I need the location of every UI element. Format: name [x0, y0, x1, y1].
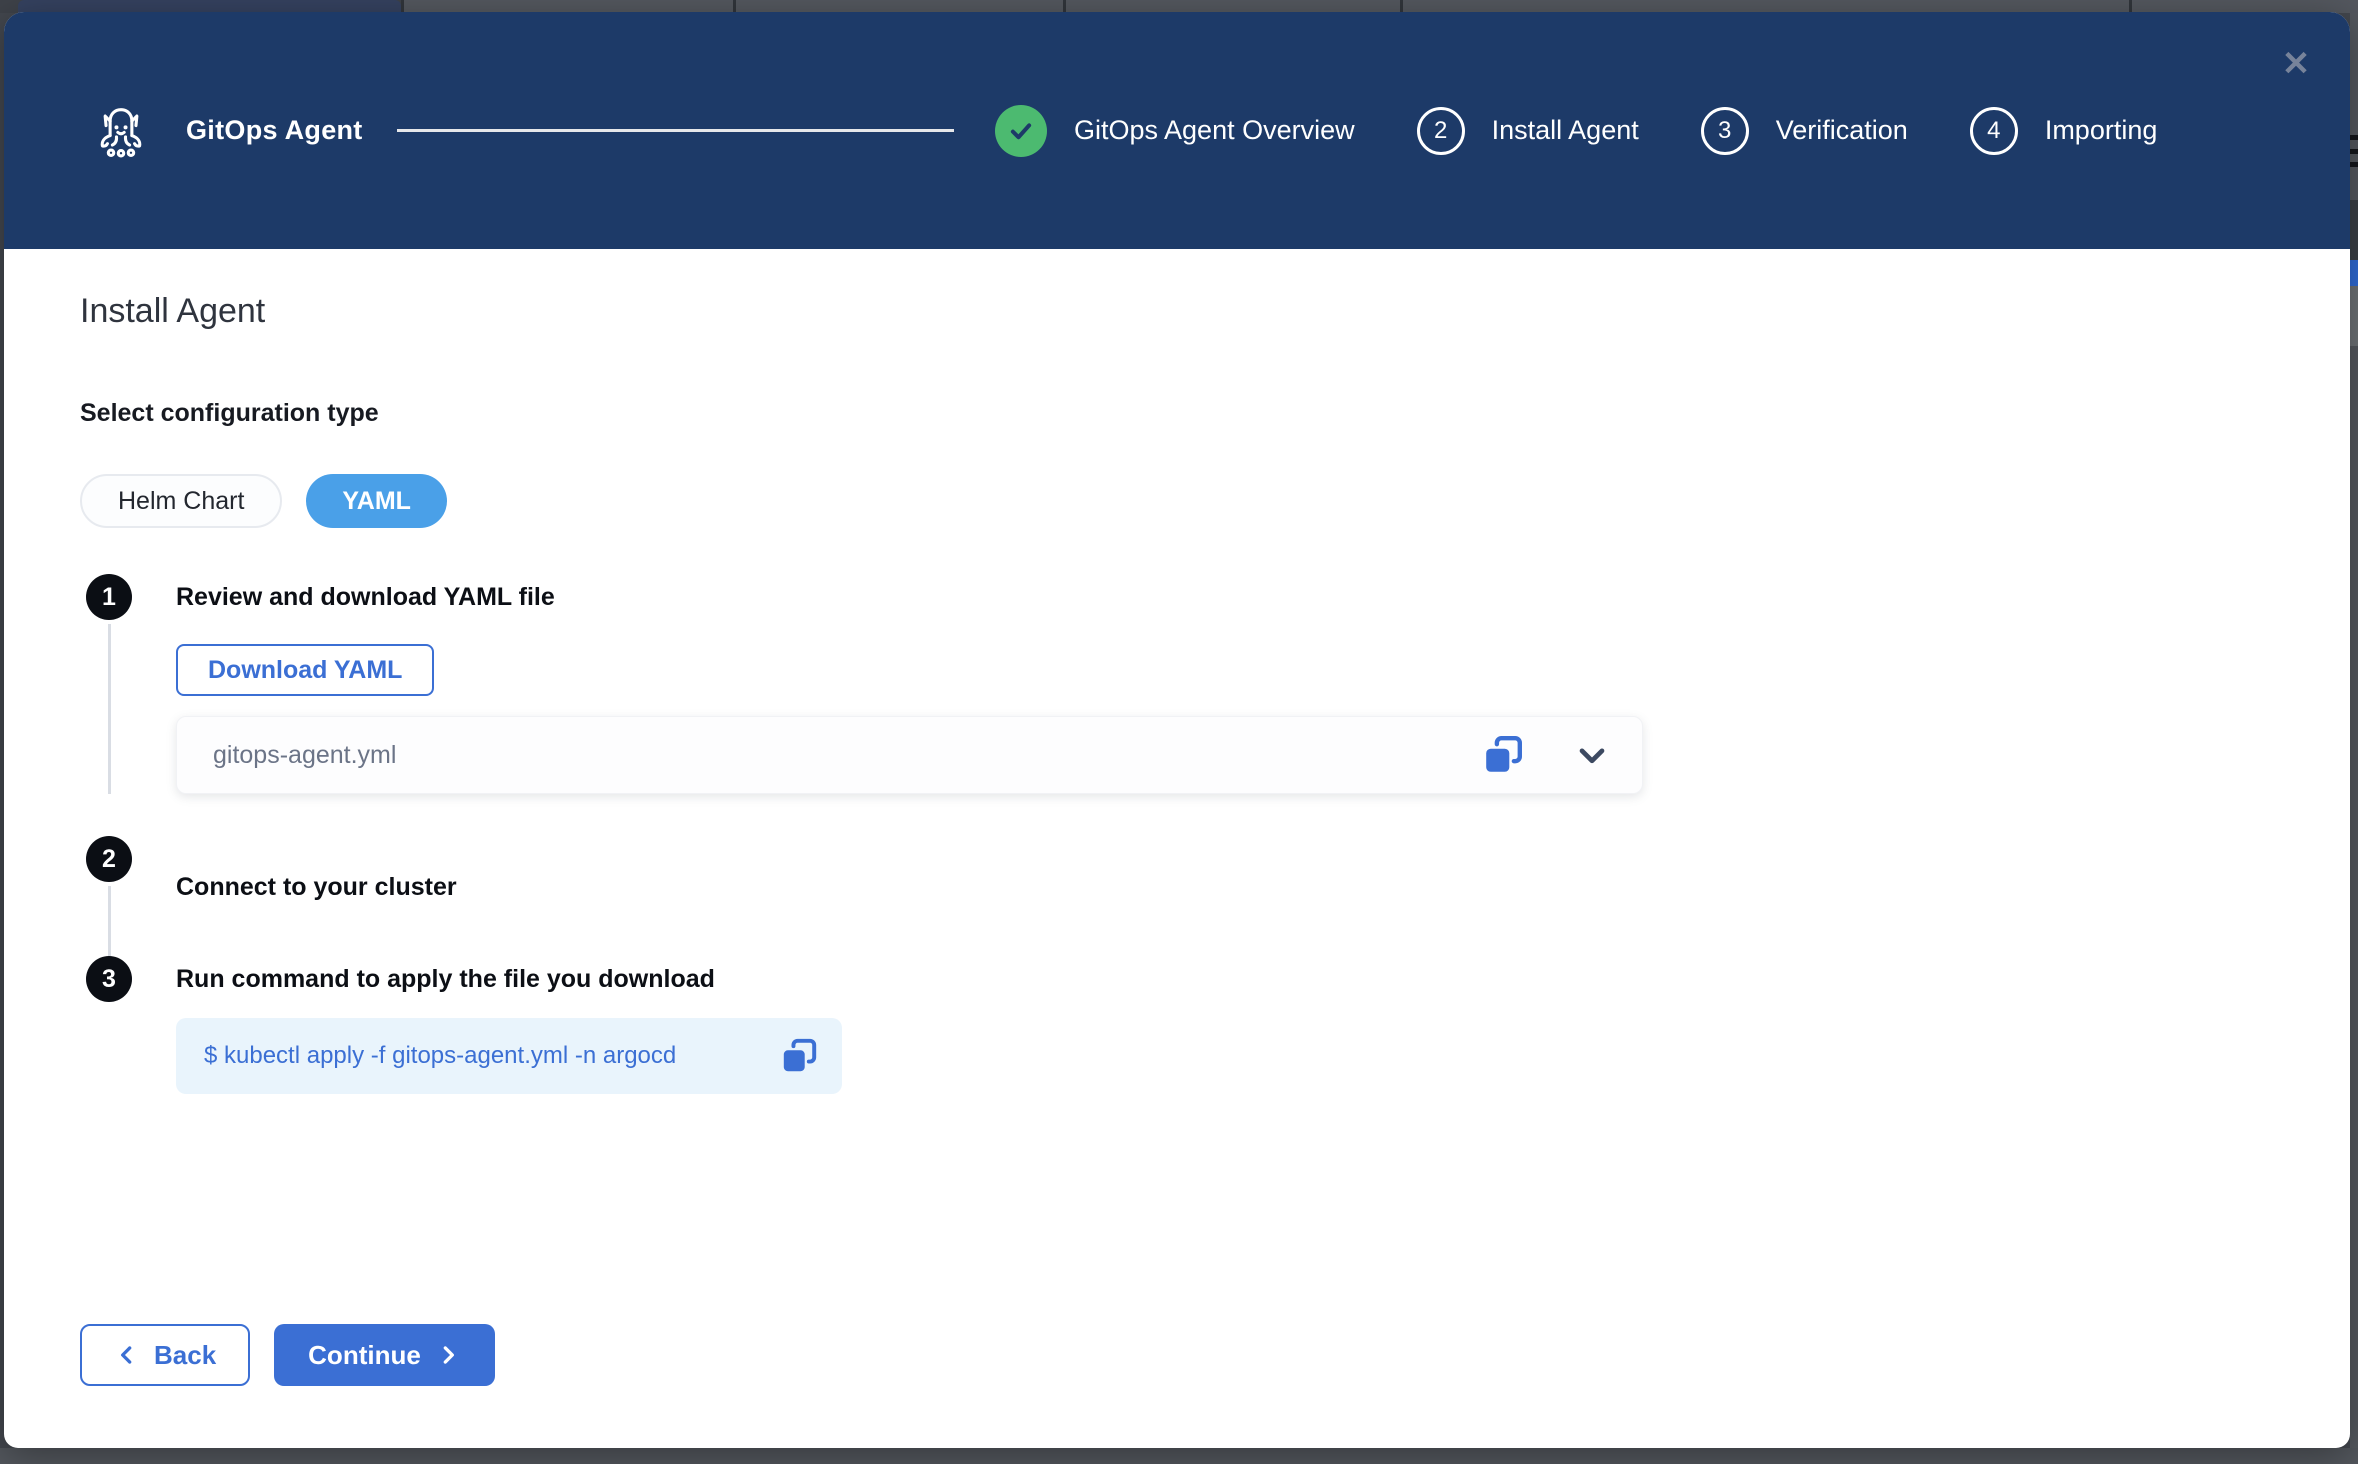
stepper-item-overview[interactable]: GitOps Agent Overview [995, 105, 1355, 157]
background-page-edge [2350, 13, 2358, 1448]
argo-squid-logo-icon [92, 99, 150, 163]
step-1-title: Review and download YAML file [176, 574, 2350, 620]
yaml-option[interactable]: YAML [306, 474, 447, 528]
step-1-badge: 1 [86, 574, 132, 620]
config-type-toggle: Helm Chart YAML [80, 474, 2350, 528]
step-complete-check-icon [995, 105, 1047, 157]
step-number-badge: 4 [1970, 107, 2018, 155]
continue-button[interactable]: Continue [274, 1324, 495, 1386]
step-run-command: 3 Run command to apply the file you down… [80, 956, 2350, 1094]
step-connector-line [108, 886, 111, 956]
wizard-title: GitOps Agent [186, 115, 363, 146]
copy-icon[interactable] [780, 1037, 818, 1075]
chevron-left-icon [114, 1342, 140, 1368]
stepper-item-verification[interactable]: 3 Verification [1701, 107, 1908, 155]
kubectl-command-box: $ kubectl apply -f gitops-agent.yml -n a… [176, 1018, 842, 1094]
step-3-title: Run command to apply the file you downlo… [176, 956, 2350, 1002]
back-button-label: Back [154, 1340, 216, 1371]
header-divider-line [397, 129, 954, 132]
step-number-badge: 2 [1417, 107, 1465, 155]
background-page-bottom [0, 1448, 2358, 1464]
background-content-fragment [2350, 260, 2358, 286]
wizard-footer: Back Continue [80, 1324, 495, 1386]
step-review-download: 1 Review and download YAML file Download… [80, 574, 2350, 836]
gitops-agent-wizard-modal: GitOps Agent GitOps Agent Overview 2 Ins… [4, 12, 2350, 1448]
chevron-down-icon[interactable] [1572, 735, 1612, 775]
wizard-body: Install Agent Select configuration type … [4, 249, 2350, 1448]
kubectl-command-text: $ kubectl apply -f gitops-agent.yml -n a… [204, 1042, 676, 1070]
step-connector-line [108, 624, 111, 794]
step-number-badge: 3 [1701, 107, 1749, 155]
step-2-title: Connect to your cluster [176, 872, 2350, 902]
copy-icon[interactable] [1482, 734, 1524, 776]
helm-chart-option[interactable]: Helm Chart [80, 474, 282, 528]
stepper-item-label: Verification [1776, 115, 1908, 146]
config-type-label: Select configuration type [80, 399, 2350, 428]
stepper-item-install-agent[interactable]: 2 Install Agent [1417, 107, 1639, 155]
close-icon[interactable]: ✕ [2272, 40, 2320, 88]
chevron-right-icon [435, 1342, 461, 1368]
install-steps: 1 Review and download YAML file Download… [80, 574, 2350, 1094]
yaml-file-row[interactable]: gitops-agent.yml [176, 716, 1643, 794]
download-yaml-button[interactable]: Download YAML [176, 644, 434, 696]
step-connect-cluster: 2 Connect to your cluster [80, 836, 2350, 956]
page-title: Install Agent [80, 292, 2350, 331]
wizard-stepper: GitOps Agent Overview 2 Install Agent 3 … [995, 12, 2157, 249]
background-menu-icon [2350, 135, 2358, 167]
stepper-item-label: GitOps Agent Overview [1074, 115, 1355, 146]
step-3-badge: 3 [86, 956, 132, 1002]
stepper-item-importing[interactable]: 4 Importing [1970, 107, 2158, 155]
step-2-badge: 2 [86, 836, 132, 882]
stepper-item-label: Install Agent [1492, 115, 1639, 146]
stepper-item-label: Importing [2045, 115, 2158, 146]
continue-button-label: Continue [308, 1340, 421, 1371]
yaml-file-name: gitops-agent.yml [213, 741, 396, 770]
back-button[interactable]: Back [80, 1324, 250, 1386]
wizard-header: GitOps Agent GitOps Agent Overview 2 Ins… [4, 12, 2350, 249]
